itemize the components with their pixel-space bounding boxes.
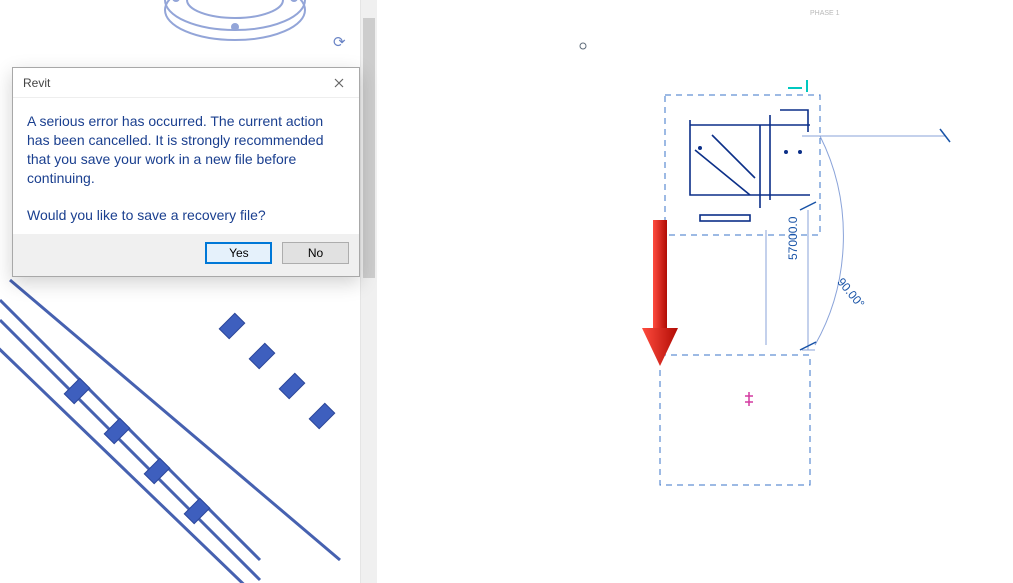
dimension-label-length: 57000.0 (786, 217, 800, 260)
yes-button[interactable]: Yes (205, 242, 272, 264)
annotation-arrow-down (640, 220, 680, 370)
dialog-button-row: Yes No (13, 234, 359, 276)
dialog-body: A serious error has occurred. The curren… (13, 98, 359, 234)
dialog-message-1: A serious error has occurred. The curren… (27, 112, 345, 188)
svg-text:⟳: ⟳ (333, 34, 346, 51)
error-dialog: Revit A serious error has occurred. The … (12, 67, 360, 277)
scrollbar-thumb[interactable] (363, 18, 375, 278)
dialog-titlebar[interactable]: Revit (13, 68, 359, 98)
dialog-message-2: Would you like to save a recovery file? (27, 206, 345, 225)
close-icon[interactable] (325, 72, 353, 94)
view-scrollbar-vertical[interactable] (360, 0, 377, 583)
no-button[interactable]: No (282, 242, 349, 264)
dialog-title: Revit (23, 76, 325, 90)
svg-text:PHASE 1: PHASE 1 (810, 10, 840, 17)
